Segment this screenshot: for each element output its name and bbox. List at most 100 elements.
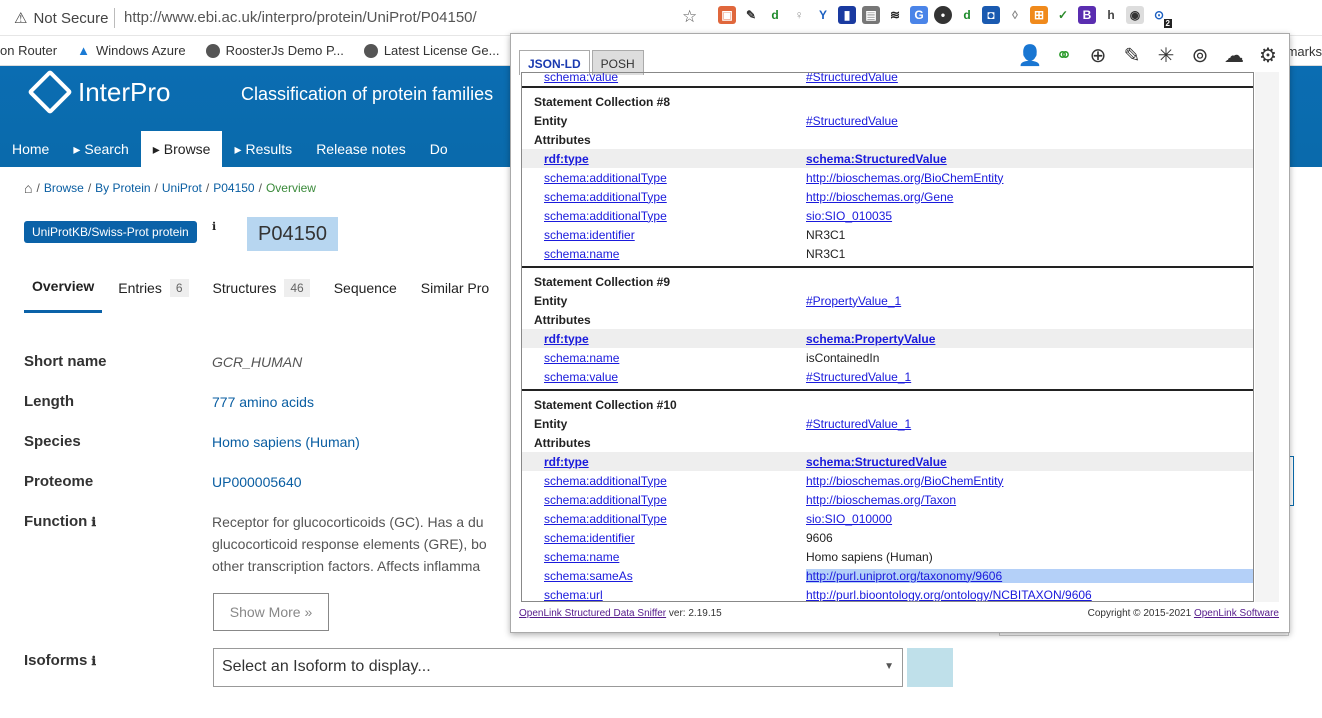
popup-toolbar: 👤 ⚭ ⊕ ✎ ✳ ⊚ ☁ ⚙ (1017, 42, 1281, 68)
extension-box-icon[interactable]: ◘ (982, 6, 1000, 24)
protein-db-badge: UniProtKB/Swiss-Prot protein (24, 221, 197, 243)
nav-release-notes[interactable]: Release notes (304, 131, 418, 167)
globe-search-icon[interactable]: ⊕ (1085, 42, 1111, 68)
statement-row: schema:additionalType http://bioschemas.o… (544, 492, 957, 507)
nav-search[interactable]: ▸ Search (61, 131, 140, 167)
count-badge: 46 (284, 278, 310, 297)
extension-translate-icon[interactable]: G (910, 6, 928, 24)
popup-copyright: Copyright © 2015-2021 OpenLink Software (1087, 608, 1279, 619)
statement-row: schema:value #StructuredValue (544, 72, 898, 84)
statement-row: schema:identifier 9606 (544, 530, 833, 545)
collection-title: Statement Collection #10 (534, 397, 677, 412)
extension-cube-icon[interactable]: ▣ (718, 6, 736, 24)
globe-icon (363, 43, 378, 58)
bookmark-star-icon[interactable]: ☆ (682, 7, 697, 27)
tab-similar-proteins[interactable]: Similar Pro (413, 272, 497, 313)
statement-row: schema:value #StructuredValue_1 (544, 369, 912, 384)
cloud-icon[interactable]: ☁ (1221, 42, 1247, 68)
interpro-logo[interactable]: InterPro (27, 69, 171, 115)
value-proteome[interactable]: UP000005640 (212, 474, 302, 490)
extension-shield-icon[interactable]: ◊ (1006, 6, 1024, 24)
collection-title: Statement Collection #9 (534, 274, 671, 289)
sniffer-link[interactable]: OpenLink Structured Data Sniffer (519, 608, 666, 619)
statement-list[interactable]: schema:value #StructuredValue Statement C… (521, 72, 1254, 602)
bookmark-license[interactable]: Latest License Ge... (363, 43, 499, 58)
tab-entries[interactable]: Entries 6 (110, 272, 196, 313)
info-icon[interactable]: ℹ (92, 515, 97, 529)
label-species: Species (24, 433, 81, 450)
count-badge: 6 (169, 278, 189, 297)
attributes-header: Attributes (534, 132, 591, 147)
statement-row: schema:name Homo sapiens (Human) (544, 549, 933, 564)
bookmark-router[interactable]: on Router (0, 43, 57, 58)
label-proteome: Proteome (24, 473, 94, 490)
chevron-down-icon: » (304, 604, 313, 620)
extension-badge-icon[interactable]: ⊙ 2 (1150, 6, 1172, 28)
value-species[interactable]: Homo sapiens (Human) (212, 434, 360, 450)
statement-collection: Statement Collection #10 Entity #Structure… (522, 395, 1253, 601)
statement-row: rdf:type schema:PropertyValue (522, 329, 1253, 348)
openlink-link[interactable]: OpenLink Software (1194, 608, 1279, 619)
edit-icon[interactable]: ✎ (1119, 42, 1145, 68)
extension-d-icon[interactable]: d (766, 6, 784, 24)
extension-bulb-icon[interactable]: ♀ (790, 6, 808, 24)
nav-results[interactable]: ▸ Results (222, 131, 304, 167)
extension-sniffer-icon[interactable]: ◉ (1126, 6, 1144, 24)
tab-structures[interactable]: Structures 46 (205, 272, 318, 313)
label-function: Function ℹ (24, 513, 97, 530)
info-icon[interactable]: ℹ (92, 654, 97, 668)
value-length[interactable]: 777 amino acids (212, 394, 314, 410)
crumb-by-protein[interactable]: By Protein (95, 181, 150, 195)
tab-overview[interactable]: Overview (24, 272, 103, 313)
chevron-down-icon: ▼ (884, 661, 894, 672)
entity-row: Entity #StructuredValue_1 (534, 416, 912, 431)
breadcrumb: ⌂ / Browse / By Protein / UniProt / P04150 /… (24, 180, 316, 196)
browse-icon[interactable]: ⊚ (1187, 42, 1213, 68)
info-icon[interactable]: ℹ (212, 220, 216, 233)
isoform-view-button[interactable] (907, 648, 953, 687)
extension-check-icon[interactable]: ✓ (1054, 6, 1072, 24)
extension-grid-icon[interactable]: ⊞ (1030, 6, 1048, 24)
extension-d2-icon[interactable]: d (958, 6, 976, 24)
extension-screen-icon[interactable]: ▤ (862, 6, 880, 24)
warning-icon: ⚠ (14, 10, 28, 27)
nav-home[interactable]: Home (0, 131, 61, 167)
link-icon[interactable]: ⚭ (1051, 42, 1077, 68)
graph-icon[interactable]: ✳ (1153, 42, 1179, 68)
statement-row: schema:additionalType sio:SIO_010035 (544, 208, 893, 223)
bookmark-roosterjs[interactable]: RoosterJs Demo P... (205, 43, 344, 58)
popup-scrollbar[interactable] (1255, 72, 1279, 602)
crumb-accession[interactable]: P04150 (213, 181, 254, 195)
gear-icon[interactable]: ⚙ (1255, 42, 1281, 68)
user-icon[interactable]: 👤 (1017, 42, 1043, 68)
isoform-select[interactable]: Select an Isoform to display... ▼ (213, 648, 903, 687)
extension-badge-count: 2 (1163, 19, 1172, 28)
crumb-browse[interactable]: Browse (44, 181, 84, 195)
page-title: P04150 (247, 217, 338, 251)
collection-title: Statement Collection #8 (534, 94, 671, 109)
value-short-name: GCR_HUMAN (212, 354, 303, 370)
url-field[interactable]: http://www.ebi.ac.uk/interpro/protein/Un… (124, 9, 477, 26)
crumb-uniprot[interactable]: UniProt (162, 181, 202, 195)
nav-documentation[interactable]: Do (418, 131, 460, 167)
tab-sequence[interactable]: Sequence (326, 272, 405, 313)
site-tagline: Classification of protein families (241, 84, 494, 104)
bookmark-azure[interactable]: ▲ Windows Azure (77, 43, 185, 58)
show-more-button[interactable]: Show More » (213, 593, 329, 631)
extension-flag-icon[interactable]: ▮ (838, 6, 856, 24)
security-indicator[interactable]: ⚠ Not Secure (14, 9, 109, 28)
extension-b-icon[interactable]: B (1078, 6, 1096, 24)
nav-browse[interactable]: ▸ Browse (140, 131, 223, 167)
extension-edit-icon[interactable]: ✎ (742, 6, 760, 24)
globe-icon (205, 43, 220, 58)
home-icon[interactable]: ⌂ (24, 180, 32, 196)
extension-y-icon[interactable]: Y (814, 6, 832, 24)
main-nav: Home ▸ Search ▸ Browse ▸ Results Release no… (0, 131, 460, 167)
entity-row: Entity #PropertyValue_1 (534, 293, 902, 308)
address-bar: ⚠ Not Secure http://www.ebi.ac.uk/interp… (0, 0, 1322, 36)
statement-row: schema:additionalType http://bioschemas.o… (544, 189, 954, 204)
caret-right-icon: ▸ (152, 140, 160, 157)
extension-h-icon[interactable]: h (1102, 6, 1120, 24)
extension-stack-icon[interactable]: ≋ (886, 6, 904, 24)
extension-circle-icon[interactable]: • (934, 6, 952, 24)
